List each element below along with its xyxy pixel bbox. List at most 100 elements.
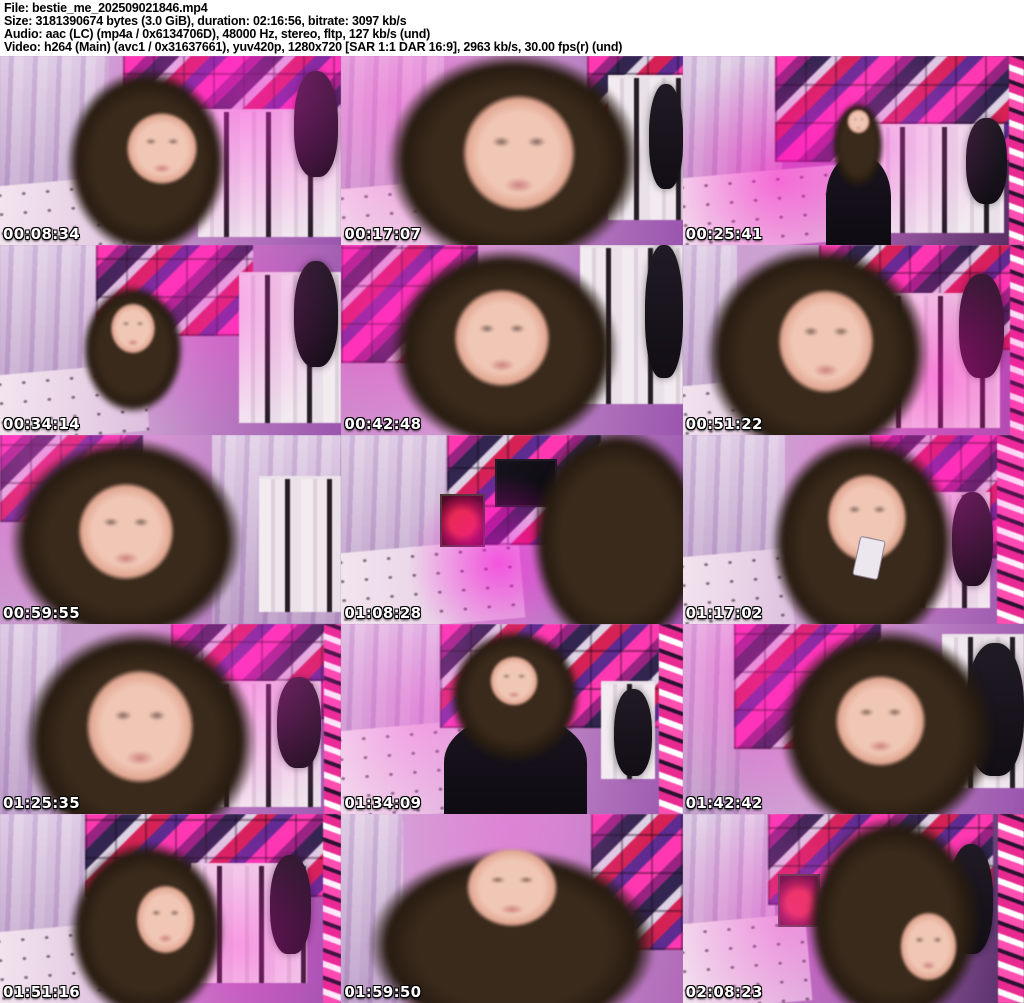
scene-curtain bbox=[0, 813, 93, 1003]
video-thumbnail: 01:17:02 bbox=[682, 434, 1024, 625]
scene-clothes-rack bbox=[600, 681, 656, 779]
video-thumbnail: 01:08:28 bbox=[341, 434, 683, 625]
timestamp-overlay: 00:59:55 bbox=[3, 604, 81, 623]
scene-hoodie bbox=[952, 491, 994, 587]
scene-clothes-rack bbox=[894, 491, 990, 609]
scene-poster-wall bbox=[85, 813, 328, 897]
scene-curtain bbox=[341, 624, 448, 814]
scene-face bbox=[119, 105, 205, 193]
scene-poster-wall bbox=[95, 245, 253, 337]
scene-clothes-rack bbox=[607, 74, 683, 220]
scene-torso bbox=[826, 154, 891, 246]
scene-painting bbox=[778, 874, 820, 928]
scene-curtain bbox=[0, 56, 110, 246]
scene-curtain bbox=[0, 245, 103, 435]
scene-neon-glow bbox=[0, 245, 342, 435]
scene-hair bbox=[440, 624, 591, 772]
scene-side-poster bbox=[658, 624, 683, 814]
scene-hoodie bbox=[648, 84, 683, 189]
scene-face bbox=[844, 107, 873, 136]
scene-poster-wall bbox=[774, 56, 1011, 163]
scene-hoodie bbox=[293, 260, 338, 367]
scene-curtain bbox=[0, 624, 62, 814]
timestamp-overlay: 00:25:41 bbox=[685, 225, 763, 244]
scene-hair bbox=[829, 95, 888, 195]
scene-neon-glow bbox=[341, 434, 683, 625]
scene-phone bbox=[853, 536, 885, 579]
file-info-line-video: Video: h264 (Main) (avc1 / 0x31637661), … bbox=[4, 40, 623, 54]
scene-face bbox=[457, 840, 567, 935]
scene-torso bbox=[443, 715, 588, 814]
scene-side-poster bbox=[1010, 245, 1024, 435]
timestamp-overlay: 02:08:23 bbox=[685, 982, 763, 1001]
scene-hair bbox=[689, 245, 946, 435]
video-thumbnail: 01:25:35 bbox=[0, 624, 342, 814]
scene-poster-wall bbox=[0, 434, 144, 522]
timestamp-overlay: 01:59:50 bbox=[344, 982, 422, 1001]
scene-clothes-rack bbox=[191, 862, 308, 984]
timestamp-overlay: 00:42:48 bbox=[344, 414, 422, 433]
scene-face bbox=[450, 82, 588, 223]
scene-clothes-rack bbox=[238, 271, 342, 423]
scene-curtain bbox=[341, 56, 444, 246]
scene-face bbox=[105, 298, 161, 360]
scene-hair bbox=[757, 434, 970, 625]
scene-poster-wall bbox=[587, 56, 683, 113]
scene-curtain bbox=[211, 434, 342, 625]
scene-clothes-rack bbox=[870, 292, 1001, 429]
scene-hair bbox=[0, 434, 260, 625]
video-thumbnail: 00:34:14 bbox=[0, 245, 342, 435]
timestamp-overlay: 00:51:22 bbox=[685, 414, 763, 433]
scene-face bbox=[443, 279, 560, 397]
scene-hoodie bbox=[293, 71, 338, 178]
scene-neon-glow bbox=[341, 624, 683, 814]
scene-hair bbox=[795, 813, 994, 1003]
scene-curtain bbox=[341, 434, 454, 625]
timestamp-overlay: 01:08:28 bbox=[344, 604, 422, 623]
scene-hair bbox=[764, 624, 1011, 814]
scene-hoodie bbox=[645, 245, 683, 378]
video-thumbnail: 00:59:55 bbox=[0, 434, 342, 625]
scene-painting bbox=[440, 493, 486, 547]
scene-poster-wall bbox=[341, 245, 478, 363]
scene-neon-glow bbox=[341, 245, 683, 435]
video-thumbnail: 00:08:34 bbox=[0, 56, 342, 246]
scene-neon-glow bbox=[0, 56, 342, 246]
video-thumbnail: 00:25:41 bbox=[682, 56, 1024, 246]
scene-hoodie bbox=[965, 118, 1007, 204]
scene-neon-glow bbox=[0, 624, 342, 814]
scene-clothes-rack bbox=[259, 476, 342, 613]
scene-hair bbox=[348, 836, 676, 1003]
scene-poster-wall bbox=[170, 624, 328, 719]
scene-hoodie bbox=[959, 273, 1004, 378]
timestamp-overlay: 01:42:42 bbox=[685, 793, 763, 812]
timestamp-overlay: 01:34:09 bbox=[344, 793, 422, 812]
scene-hair bbox=[518, 434, 683, 625]
scene-hair bbox=[58, 828, 236, 1003]
scene-neon-glow bbox=[682, 434, 1024, 625]
scene-hair bbox=[375, 245, 635, 435]
scene-poster-wall bbox=[440, 624, 659, 729]
scene-hair bbox=[54, 56, 239, 246]
video-thumbnail: 01:42:42 bbox=[682, 624, 1024, 814]
scene-neon-glow bbox=[682, 245, 1024, 435]
scene-face bbox=[767, 279, 885, 405]
scene-curtain bbox=[682, 434, 786, 625]
scene-neon-glow bbox=[341, 813, 683, 1003]
scene-neon-glow bbox=[341, 56, 683, 246]
scene-hoodie bbox=[269, 855, 311, 954]
scene-poster-wall bbox=[733, 624, 881, 750]
scene-curtain bbox=[682, 56, 782, 246]
scene-hair bbox=[75, 275, 192, 424]
scene-poster-wall bbox=[447, 434, 601, 545]
scene-hair bbox=[368, 56, 659, 246]
scene-side-poster bbox=[1008, 56, 1024, 246]
scene-face bbox=[819, 465, 915, 572]
scene-face bbox=[75, 658, 205, 795]
video-thumbnail: 00:51:22 bbox=[682, 245, 1024, 435]
video-thumbnail: 00:17:07 bbox=[341, 56, 683, 246]
scene-face bbox=[68, 472, 185, 591]
scene-clothes-rack bbox=[580, 245, 683, 404]
scene-curtain bbox=[682, 245, 738, 435]
scene-poster-wall bbox=[590, 813, 683, 950]
